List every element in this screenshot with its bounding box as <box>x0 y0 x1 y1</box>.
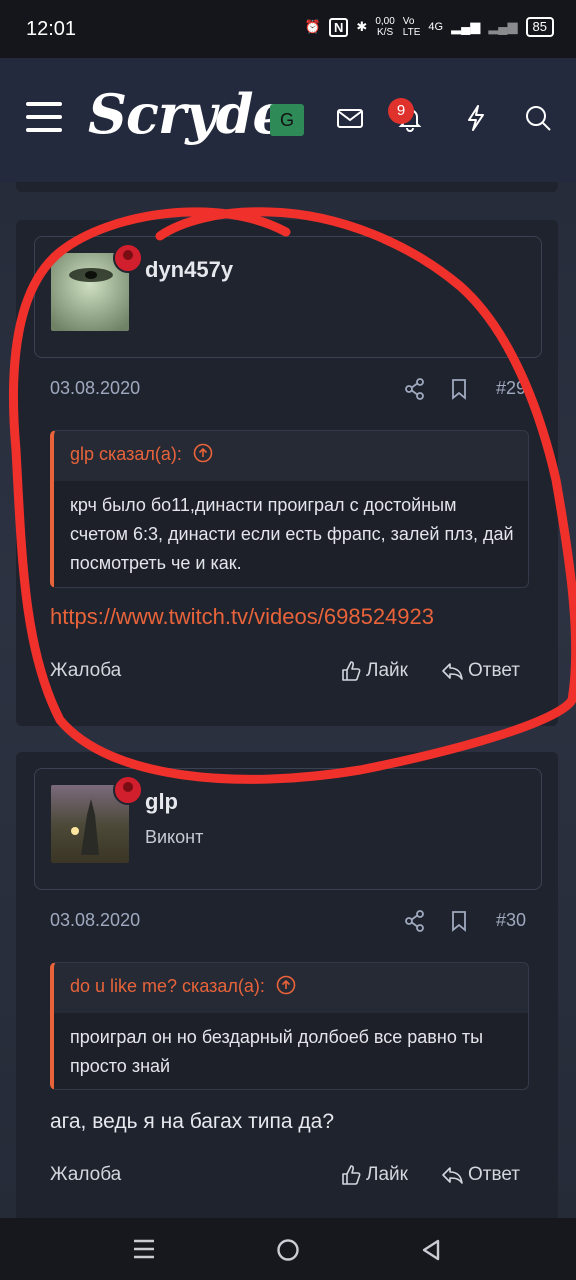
mail-icon[interactable] <box>334 102 366 134</box>
bookmark-icon[interactable] <box>448 378 470 400</box>
alarm-icon: ⏰ <box>304 19 322 34</box>
post-number[interactable]: #29 <box>496 378 526 399</box>
site-logo[interactable]: Scryde <box>88 82 287 146</box>
quote-block: glp сказал(а): крч было бо11,династи про… <box>50 430 529 588</box>
thumbs-up-icon <box>342 1165 361 1185</box>
signal-icon-2: ▂▄▆ <box>488 19 518 34</box>
network-type: 4G <box>428 21 444 33</box>
quote-author[interactable]: do u like me? сказал(а): <box>70 975 296 997</box>
online-status-icon <box>113 775 143 805</box>
user-card: glp Виконт <box>34 768 542 890</box>
post-29: dyn457y 03.08.2020 #29 glp сказал(а): кр… <box>16 220 558 726</box>
user-title: Виконт <box>145 827 204 847</box>
share-icon[interactable] <box>404 378 426 400</box>
reply-button[interactable]: Ответ <box>440 1164 520 1186</box>
recent-apps-icon[interactable] <box>132 1238 156 1260</box>
net-speed: 0,00 K/S <box>375 16 395 38</box>
online-status-icon <box>113 243 143 273</box>
g-badge[interactable]: G <box>270 104 304 136</box>
jump-to-quote-icon[interactable] <box>276 975 296 995</box>
quote-author[interactable]: glp сказал(а): <box>70 443 213 465</box>
post-number[interactable]: #30 <box>496 910 526 931</box>
lightning-icon[interactable] <box>460 102 492 134</box>
signal-icon: ▂▄▆ <box>451 19 481 34</box>
status-bar: 12:01 ⏰ N ✱ 0,00 K/S Vo LTE 4G ▂▄▆ ▂▄▆ 8… <box>0 0 576 58</box>
clock: 12:01 <box>26 18 77 40</box>
user-card: dyn457y <box>34 236 542 358</box>
username[interactable]: dyn457y <box>145 257 233 283</box>
like-button[interactable]: Лайк <box>340 660 408 682</box>
app-header: Scryde G 9 <box>0 58 576 182</box>
reply-button[interactable]: Ответ <box>440 660 520 682</box>
post-body: ага, ведь я на багах типа да? <box>50 1110 334 1133</box>
status-icons: ⏰ N ✱ 0,00 K/S Vo LTE 4G ▂▄▆ ▂▄▆ 85 <box>305 16 554 38</box>
post-date[interactable]: 03.08.2020 <box>50 910 140 931</box>
bluetooth-icon: ✱ <box>356 19 368 34</box>
quote-text: крч было бо11,династи проиграл с достойн… <box>70 495 514 573</box>
share-icon[interactable] <box>404 910 426 932</box>
menu-icon[interactable] <box>26 102 62 132</box>
post-date[interactable]: 03.08.2020 <box>50 378 140 399</box>
jump-to-quote-icon[interactable] <box>193 443 213 463</box>
username[interactable]: glp <box>145 789 178 815</box>
report-button[interactable]: Жалоба <box>50 660 121 682</box>
post-link[interactable]: https://www.twitch.tv/videos/698524923 <box>50 604 434 630</box>
volte-indicator: Vo LTE <box>402 16 421 38</box>
reply-icon <box>442 1167 463 1184</box>
post-30: glp Виконт 03.08.2020 #30 do u like me? … <box>16 752 558 1222</box>
nfc-icon: N <box>329 17 349 37</box>
thumbs-up-icon <box>342 661 361 681</box>
report-button[interactable]: Жалоба <box>50 1164 121 1186</box>
quote-text: проиграл он но бездарный долбоеб все рав… <box>70 1027 484 1076</box>
system-nav-bar <box>0 1218 576 1280</box>
previous-post-end <box>16 182 558 192</box>
search-icon[interactable] <box>522 102 554 134</box>
back-icon[interactable] <box>420 1238 442 1262</box>
bookmark-icon[interactable] <box>448 910 470 932</box>
notification-badge: 9 <box>388 98 414 124</box>
battery-indicator: 85 <box>525 17 554 37</box>
like-button[interactable]: Лайк <box>340 1164 408 1186</box>
reply-icon <box>442 663 463 680</box>
quote-block: do u like me? сказал(а): проиграл он но … <box>50 962 529 1090</box>
home-icon[interactable] <box>276 1238 300 1262</box>
